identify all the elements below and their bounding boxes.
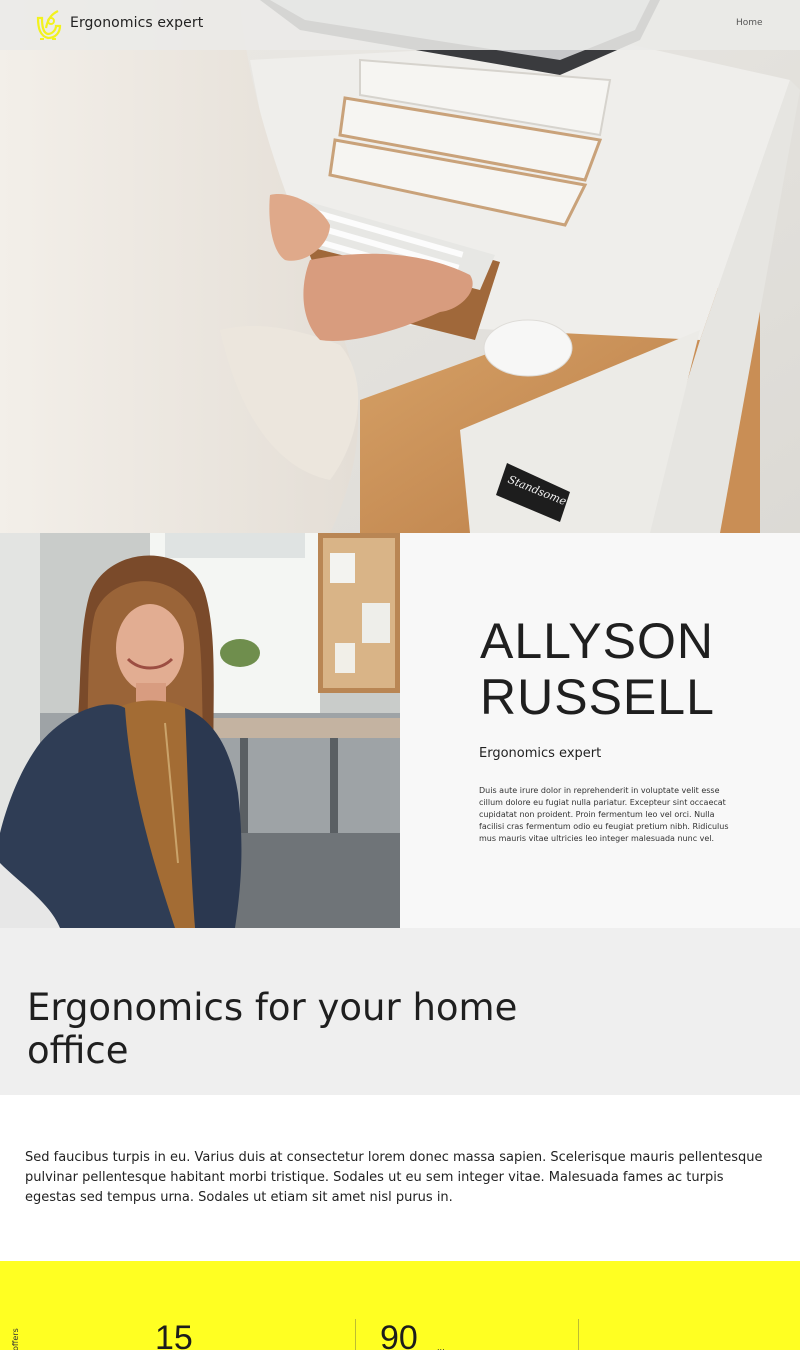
section-title: Ergonomics for your home office — [27, 986, 518, 1072]
profile-panel: ALLYSON RUSSELL Ergonomics expert Duis a… — [400, 533, 800, 928]
stats-band: offers 15 90 ... — [0, 1261, 800, 1350]
site-header: Ergonomics expert Home — [0, 0, 800, 50]
stats-vertical-label: offers — [11, 1328, 20, 1350]
section-heading-band: Ergonomics for your home office — [0, 928, 800, 1095]
nav-home-link[interactable]: Home — [736, 18, 763, 28]
portrait-photo — [0, 533, 400, 928]
body-paragraph: Sed faucibus turpis in eu. Varius duis a… — [25, 1150, 763, 1205]
stat-unit: ... — [437, 1343, 445, 1350]
profile-role: Ergonomics expert — [479, 746, 602, 761]
stat-value: 90 — [380, 1319, 418, 1350]
stats-divider — [355, 1319, 356, 1350]
stat-value: 15 — [155, 1319, 193, 1350]
hero-image: Standsome — [0, 0, 800, 533]
profile-name: ALLYSON RUSSELL — [480, 613, 715, 725]
profile-bio: Duis aute irure dolor in reprehenderit i… — [479, 786, 729, 843]
profile-section: ALLYSON RUSSELL Ergonomics expert Duis a… — [0, 533, 800, 928]
site-title[interactable]: Ergonomics expert — [70, 15, 203, 31]
chair-logo-icon[interactable] — [32, 8, 64, 42]
stats-divider — [578, 1319, 579, 1350]
